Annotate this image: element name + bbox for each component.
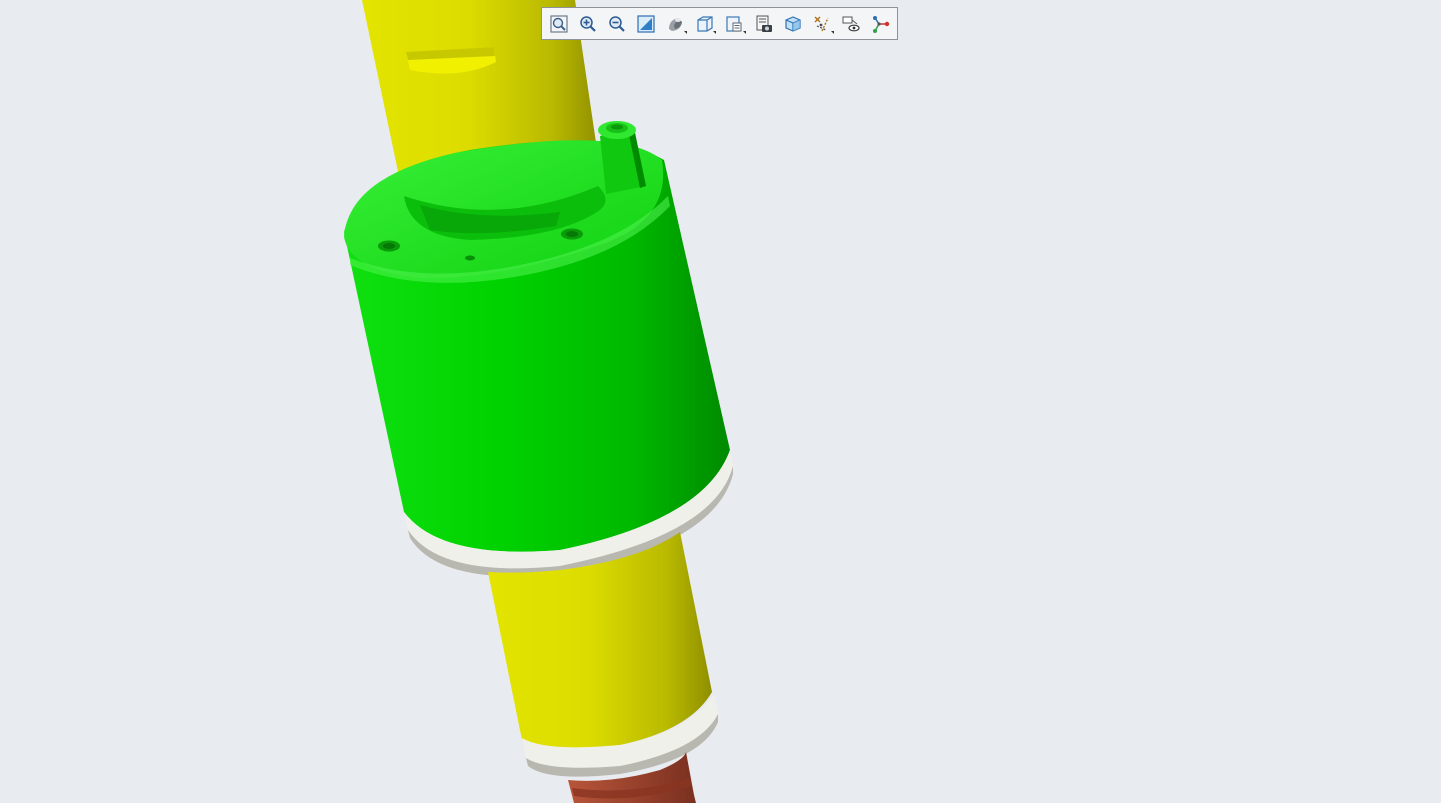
spin-center-button[interactable]: [867, 10, 894, 37]
datum-display-filters-icon: [814, 16, 829, 31]
repaint-button[interactable]: [633, 10, 660, 37]
annotation-display-button[interactable]: [838, 10, 865, 37]
repaint-icon: [637, 14, 655, 33]
appearance-gallery-icon: [756, 15, 772, 32]
annotation-display-icon: [842, 16, 861, 31]
appearance-gallery-button[interactable]: [750, 10, 777, 37]
display-style-icon: [668, 17, 682, 31]
datum-display-filters-button[interactable]: [809, 10, 836, 37]
view-manager-icon: [726, 15, 742, 32]
perspective-view-icon: [785, 15, 801, 32]
view-manager-button[interactable]: [721, 10, 748, 37]
dropdown-arrow-icon: [713, 31, 717, 34]
dropdown-arrow-icon: [830, 31, 834, 34]
zoom-out-icon: [609, 15, 625, 32]
zoom-in-button[interactable]: [574, 10, 601, 37]
dropdown-arrow-icon: [742, 31, 746, 34]
graphics-viewport[interactable]: [0, 0, 1441, 803]
saved-orientations-icon: [697, 15, 713, 32]
saved-orientations-button[interactable]: [691, 10, 718, 37]
refit-button[interactable]: [545, 10, 572, 37]
refit-view-icon: [549, 14, 568, 33]
model-3d-view[interactable]: [0, 0, 1441, 803]
zoom-out-button[interactable]: [604, 10, 631, 37]
spin-center-icon: [872, 15, 889, 33]
zoom-in-icon: [580, 15, 596, 32]
view-toolbar: [541, 7, 898, 40]
perspective-view-button[interactable]: [779, 10, 806, 37]
green-housing[interactable]: [344, 121, 730, 552]
display-style-button[interactable]: [662, 10, 689, 37]
dropdown-arrow-icon: [684, 31, 688, 34]
